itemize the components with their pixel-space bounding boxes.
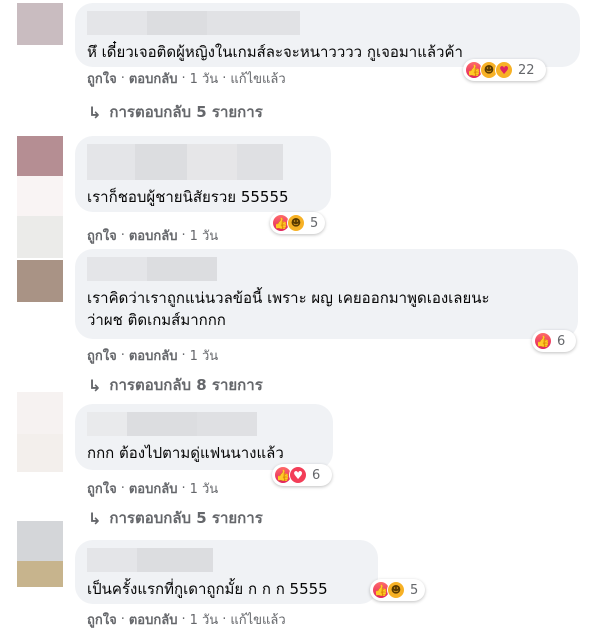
author-name-blurred[interactable] bbox=[87, 548, 366, 572]
view-replies-link[interactable]: ↳ การตอบกลับ 5 รายการ bbox=[88, 506, 263, 530]
timestamp-link[interactable]: 1 วัน bbox=[190, 609, 219, 630]
separator-dot: · bbox=[120, 71, 125, 86]
edited-label: แก้ไขแล้ว bbox=[230, 72, 286, 87]
reply-link[interactable]: ตอบกลับ bbox=[129, 478, 178, 499]
avatar[interactable] bbox=[17, 136, 63, 258]
replies-label: การตอบกลับ 5 รายการ bbox=[109, 509, 263, 527]
replies-label: การตอบกลับ 8 รายการ bbox=[109, 376, 263, 394]
separator-dot: · bbox=[181, 612, 186, 627]
reaction-summary[interactable]: 👍 ♥ 6 bbox=[272, 464, 332, 486]
reply-link[interactable]: ตอบกลับ bbox=[129, 609, 178, 630]
view-replies-link[interactable]: ↳ การตอบกลับ 5 รายการ bbox=[88, 100, 263, 124]
like-link[interactable]: ถูกใจ bbox=[87, 225, 117, 246]
timestamp-link[interactable]: 1 วัน bbox=[190, 478, 219, 499]
avatar[interactable] bbox=[17, 392, 63, 472]
reaction-count: 6 bbox=[312, 467, 321, 483]
comment-bubble: เราคิดว่าเราถูกแน่นวลข้อนี้ เพราะ ผญ เคย… bbox=[75, 249, 578, 339]
avatar[interactable] bbox=[17, 260, 63, 302]
edited-label: แก้ไขแล้ว bbox=[230, 613, 286, 628]
separator-dot: · bbox=[120, 348, 125, 363]
separator-dot: · bbox=[181, 348, 186, 363]
comment-text: กกก ต้องไปตามดู่แฟนนางแล้ว bbox=[87, 444, 284, 462]
comment-text: เราก็ชอบผู้ชายนิสัยรวย 55555 bbox=[87, 188, 289, 206]
author-name-blurred[interactable] bbox=[87, 257, 566, 281]
separator-dot: · bbox=[222, 71, 227, 86]
comment-actions: ถูกใจ · ตอบกลับ · 1 วัน bbox=[87, 225, 218, 246]
reply-link[interactable]: ตอบกลับ bbox=[129, 345, 178, 366]
comment-text: เราคิดว่าเราถูกแน่นวลข้อนี้ เพราะ ผญ เคย… bbox=[87, 289, 490, 307]
separator-dot: · bbox=[120, 612, 125, 627]
haha-icon: ☻ bbox=[287, 214, 305, 232]
separator-dot: · bbox=[120, 228, 125, 243]
like-link[interactable]: ถูกใจ bbox=[87, 478, 117, 499]
comment-actions: ถูกใจ · ตอบกลับ · 1 วัน · แก้ไขแล้ว bbox=[87, 609, 286, 630]
avatar[interactable] bbox=[17, 521, 63, 587]
comment-bubble: เป็นครั้งแรกที่กูเดาถูกมั้ย ก ก ก 5555 bbox=[75, 540, 378, 604]
separator-dot: · bbox=[181, 481, 186, 496]
love-icon: ♥ bbox=[289, 466, 307, 484]
like-link[interactable]: ถูกใจ bbox=[87, 68, 117, 89]
reaction-summary[interactable]: 👍 ☻ 5 bbox=[270, 212, 325, 234]
author-name-blurred[interactable] bbox=[87, 412, 321, 436]
care-icon: ♥ bbox=[495, 61, 513, 79]
comment-bubble: เราก็ชอบผู้ชายนิสัยรวย 55555 bbox=[75, 136, 331, 212]
avatar[interactable] bbox=[17, 3, 63, 45]
comment-text-line2: ว่าผช ติดเกมส์มากกก bbox=[87, 311, 226, 329]
separator-dot: · bbox=[181, 228, 186, 243]
reaction-summary[interactable]: 👍 6 bbox=[532, 330, 576, 352]
like-link[interactable]: ถูกใจ bbox=[87, 345, 117, 366]
comment-bubble: กกก ต้องไปตามดู่แฟนนางแล้ว bbox=[75, 404, 333, 470]
author-name-blurred[interactable] bbox=[87, 11, 568, 35]
reaction-count: 5 bbox=[410, 582, 419, 598]
timestamp-link[interactable]: 1 วัน bbox=[190, 68, 219, 89]
like-icon: 👍 bbox=[534, 332, 552, 350]
reaction-summary[interactable]: 👍 ☻ ♥ 22 bbox=[463, 59, 546, 81]
reaction-summary[interactable]: 👍 ☻ 5 bbox=[370, 579, 425, 601]
comment-bubble: หึ เดี๋ยวเจอติดผู้หญิงในเกมส์ละจะหนาวววว… bbox=[75, 3, 580, 67]
comment-actions: ถูกใจ · ตอบกลับ · 1 วัน · แก้ไขแล้ว bbox=[87, 68, 286, 89]
like-link[interactable]: ถูกใจ bbox=[87, 609, 117, 630]
replies-label: การตอบกลับ 5 รายการ bbox=[109, 103, 263, 121]
reply-arrow-icon: ↳ bbox=[88, 508, 102, 528]
haha-icon: ☻ bbox=[387, 581, 405, 599]
reaction-count: 6 bbox=[557, 333, 566, 349]
reply-arrow-icon: ↳ bbox=[88, 102, 102, 122]
view-replies-link[interactable]: ↳ การตอบกลับ 8 รายการ bbox=[88, 373, 263, 397]
timestamp-link[interactable]: 1 วัน bbox=[190, 345, 219, 366]
reaction-count: 5 bbox=[310, 215, 319, 231]
comment-actions: ถูกใจ · ตอบกลับ · 1 วัน bbox=[87, 478, 218, 499]
separator-dot: · bbox=[120, 481, 125, 496]
separator-dot: · bbox=[181, 71, 186, 86]
author-name-blurred[interactable] bbox=[87, 144, 319, 180]
comment-actions: ถูกใจ · ตอบกลับ · 1 วัน bbox=[87, 345, 218, 366]
reaction-count: 22 bbox=[518, 62, 535, 78]
comment-text: เป็นครั้งแรกที่กูเดาถูกมั้ย ก ก ก 5555 bbox=[87, 580, 328, 598]
separator-dot: · bbox=[222, 612, 227, 627]
reply-link[interactable]: ตอบกลับ bbox=[129, 68, 178, 89]
reply-arrow-icon: ↳ bbox=[88, 375, 102, 395]
timestamp-link[interactable]: 1 วัน bbox=[190, 225, 219, 246]
reply-link[interactable]: ตอบกลับ bbox=[129, 225, 178, 246]
